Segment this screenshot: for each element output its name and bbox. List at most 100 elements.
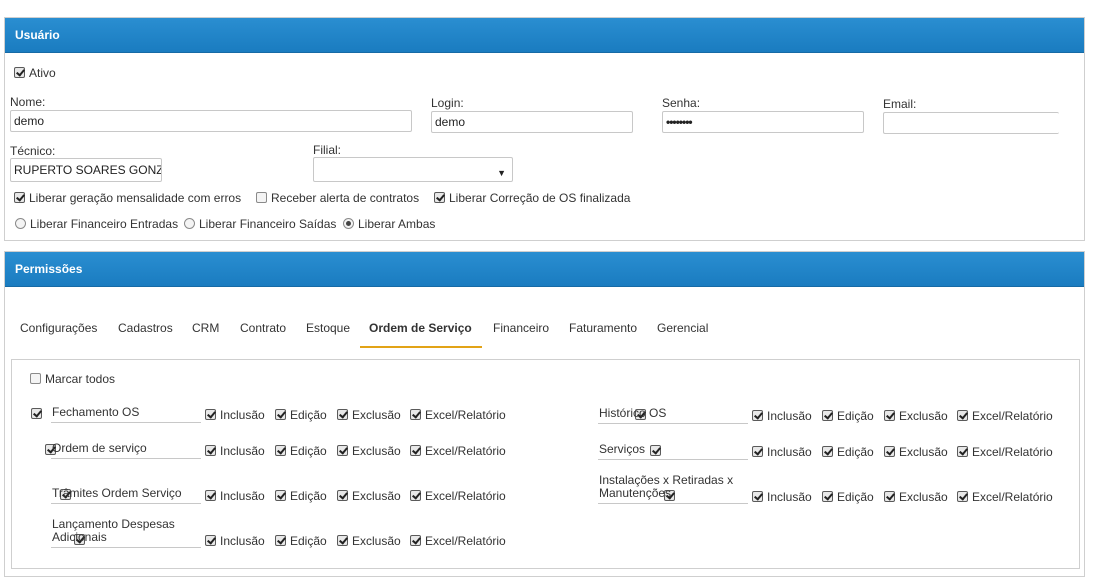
tab-faturamento[interactable]: Faturamento bbox=[569, 321, 637, 335]
perm-inclusao[interactable]: Inclusão bbox=[205, 534, 265, 548]
perm-exclusao[interactable]: Exclusão bbox=[884, 490, 948, 504]
checkbox-icon[interactable] bbox=[410, 535, 421, 546]
checkbox-icon[interactable] bbox=[14, 192, 25, 203]
checkbox-icon[interactable] bbox=[275, 409, 286, 420]
perm-label: Edição bbox=[837, 490, 874, 504]
radio-icon[interactable] bbox=[343, 218, 354, 229]
perm-inclusao[interactable]: Inclusão bbox=[205, 444, 265, 458]
check-liberar-geracao[interactable]: Liberar geração mensalidade com erros bbox=[14, 191, 241, 205]
perm-edicao[interactable]: Edição bbox=[822, 490, 874, 504]
perm-excel[interactable]: Excel/Relatório bbox=[410, 444, 506, 458]
perm-edicao[interactable]: Edição bbox=[275, 534, 327, 548]
filial-select[interactable]: ▼ bbox=[313, 157, 513, 182]
permission-name: Ordem de serviço bbox=[51, 442, 201, 459]
perm-exclusao[interactable]: Exclusão bbox=[337, 444, 401, 458]
checkbox-icon[interactable] bbox=[14, 67, 25, 78]
radio-icon[interactable] bbox=[15, 218, 26, 229]
perm-exclusao[interactable]: Exclusão bbox=[337, 408, 401, 422]
checkbox-icon[interactable] bbox=[822, 446, 833, 457]
checkbox-icon[interactable] bbox=[205, 445, 216, 456]
perm-exclusao[interactable]: Exclusão bbox=[884, 409, 948, 423]
permission-name: Histórico OS bbox=[598, 407, 748, 424]
checkbox-icon[interactable] bbox=[957, 410, 968, 421]
radio-icon[interactable] bbox=[184, 218, 195, 229]
senha-input[interactable]: •••••••• bbox=[662, 111, 864, 133]
tab-financeiro[interactable]: Financeiro bbox=[493, 321, 549, 335]
perm-excel[interactable]: Excel/Relatório bbox=[410, 408, 506, 422]
checkbox-icon[interactable] bbox=[957, 491, 968, 502]
perm-inclusao[interactable]: Inclusão bbox=[752, 490, 812, 504]
checkbox-icon[interactable] bbox=[884, 491, 895, 502]
radio-financeiro-entradas[interactable]: Liberar Financeiro Entradas bbox=[15, 217, 178, 231]
perm-excel[interactable]: Excel/Relatório bbox=[410, 489, 506, 503]
tab-contrato[interactable]: Contrato bbox=[240, 321, 286, 335]
checkbox-icon[interactable] bbox=[434, 192, 445, 203]
radio-liberar-ambas[interactable]: Liberar Ambas bbox=[343, 217, 435, 231]
perm-edicao[interactable]: Edição bbox=[275, 408, 327, 422]
radio-financeiro-saidas[interactable]: Liberar Financeiro Saídas bbox=[184, 217, 336, 231]
nome-label: Nome: bbox=[10, 95, 46, 109]
checkbox-icon[interactable] bbox=[337, 535, 348, 546]
checkbox-icon[interactable] bbox=[205, 490, 216, 501]
tab-cadastros[interactable]: Cadastros bbox=[118, 321, 173, 335]
senha-label: Senha: bbox=[662, 96, 701, 110]
marcar-todos-checkbox[interactable]: Marcar todos bbox=[30, 372, 115, 386]
checkbox-icon[interactable] bbox=[822, 410, 833, 421]
perm-inclusao[interactable]: Inclusão bbox=[752, 409, 812, 423]
checkbox-icon[interactable] bbox=[205, 535, 216, 546]
perm-label: Edição bbox=[290, 489, 327, 503]
checkbox-icon[interactable] bbox=[275, 490, 286, 501]
row-checkbox[interactable] bbox=[31, 408, 42, 419]
perm-exclusao[interactable]: Exclusão bbox=[337, 534, 401, 548]
tab-gerencial[interactable]: Gerencial bbox=[657, 321, 708, 335]
perm-excel[interactable]: Excel/Relatório bbox=[957, 409, 1053, 423]
perm-inclusao[interactable]: Inclusão bbox=[205, 489, 265, 503]
checkbox-icon[interactable] bbox=[205, 409, 216, 420]
filial-label: Filial: bbox=[313, 143, 342, 157]
checkbox-icon[interactable] bbox=[752, 446, 763, 457]
check-receber-alerta[interactable]: Receber alerta de contratos bbox=[256, 191, 419, 205]
checkbox-icon[interactable] bbox=[410, 409, 421, 420]
checkbox-icon[interactable] bbox=[884, 410, 895, 421]
tab-estoque[interactable]: Estoque bbox=[306, 321, 350, 335]
perm-label: Edição bbox=[837, 445, 874, 459]
checkbox-icon[interactable] bbox=[410, 445, 421, 456]
tab-configuracoes[interactable]: Configurações bbox=[20, 321, 97, 335]
perm-label: Edição bbox=[837, 409, 874, 423]
checkbox-icon[interactable] bbox=[884, 446, 895, 457]
perm-inclusao[interactable]: Inclusão bbox=[205, 408, 265, 422]
perm-exclusao[interactable]: Exclusão bbox=[337, 489, 401, 503]
checkbox-icon[interactable] bbox=[410, 490, 421, 501]
email-input[interactable] bbox=[883, 112, 1059, 134]
checkbox-icon[interactable] bbox=[256, 192, 267, 203]
perm-label: Excel/Relatório bbox=[972, 409, 1053, 423]
checkbox-icon[interactable] bbox=[337, 445, 348, 456]
perm-edicao[interactable]: Edição bbox=[822, 445, 874, 459]
check-liberar-correcao[interactable]: Liberar Correção de OS finalizada bbox=[434, 191, 630, 205]
checkbox-icon[interactable] bbox=[822, 491, 833, 502]
checkbox-icon[interactable] bbox=[30, 373, 41, 384]
checkbox-icon[interactable] bbox=[337, 409, 348, 420]
tecnico-input[interactable]: RUPERTO SOARES GONZ bbox=[10, 158, 162, 182]
login-input[interactable]: demo bbox=[431, 111, 633, 133]
checkbox-icon[interactable] bbox=[752, 410, 763, 421]
checkbox-icon[interactable] bbox=[337, 490, 348, 501]
ativo-checkbox[interactable]: Ativo bbox=[14, 66, 56, 80]
perm-inclusao[interactable]: Inclusão bbox=[752, 445, 812, 459]
tab-crm[interactable]: CRM bbox=[192, 321, 219, 335]
nome-input[interactable]: demo bbox=[10, 110, 412, 132]
perm-excel[interactable]: Excel/Relatório bbox=[957, 445, 1053, 459]
permission-name: Lançamento Despesas Adicionais bbox=[51, 518, 201, 548]
perm-edicao[interactable]: Edição bbox=[822, 409, 874, 423]
checkbox-icon[interactable] bbox=[275, 535, 286, 546]
tab-ordem-de-servico[interactable]: Ordem de Serviço bbox=[369, 321, 472, 335]
perm-excel[interactable]: Excel/Relatório bbox=[957, 490, 1053, 504]
perm-edicao[interactable]: Edição bbox=[275, 444, 327, 458]
checkbox-icon[interactable] bbox=[752, 491, 763, 502]
checkbox-icon[interactable] bbox=[957, 446, 968, 457]
perm-excel[interactable]: Excel/Relatório bbox=[410, 534, 506, 548]
perm-exclusao[interactable]: Exclusão bbox=[884, 445, 948, 459]
perm-label: Excel/Relatório bbox=[972, 445, 1053, 459]
perm-edicao[interactable]: Edição bbox=[275, 489, 327, 503]
checkbox-icon[interactable] bbox=[275, 445, 286, 456]
